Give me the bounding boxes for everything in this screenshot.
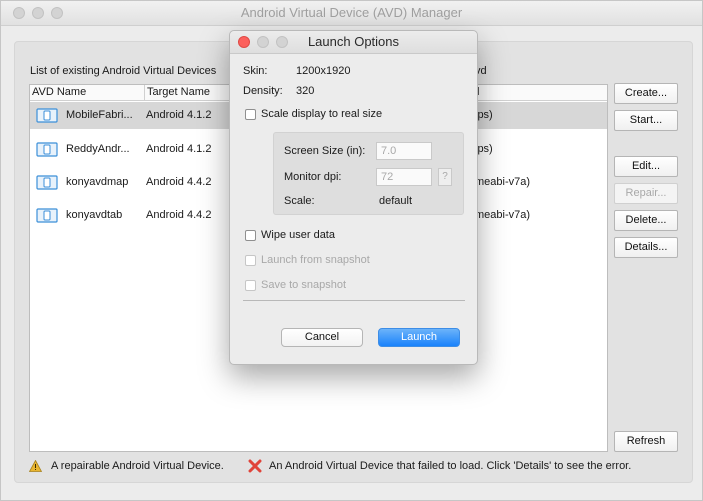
edit-button[interactable]: Edit... [614, 156, 678, 177]
launch-from-snapshot-label[interactable]: Launch from snapshot [261, 254, 370, 266]
scale-display-label[interactable]: Scale display to real size [261, 108, 382, 120]
skin-value: 1200x1920 [296, 65, 351, 77]
dpi-help-button[interactable]: ? [438, 168, 452, 186]
target-name-cell: Android 4.1.2 [146, 143, 212, 155]
launch-button[interactable]: Launch [378, 328, 460, 347]
save-to-snapshot-checkbox[interactable] [245, 280, 256, 291]
create-button[interactable]: Create... [614, 83, 678, 104]
scale-options-panel: Screen Size (in): 7.0 Monitor dpi: 72 ? … [273, 132, 464, 215]
error-icon [248, 459, 262, 473]
abi-cell: meabi-v7a) [475, 209, 531, 221]
details-button[interactable]: Details... [614, 237, 678, 258]
zoom-dialog-icon [276, 36, 288, 48]
window-title: Android Virtual Device (AVD) Manager [240, 5, 463, 20]
column-header-abi[interactable]: l [475, 85, 607, 100]
legend-failed: An Android Virtual Device that failed to… [269, 460, 632, 472]
launch-from-snapshot-checkbox[interactable] [245, 255, 256, 266]
monitor-dpi-input[interactable]: 72 [376, 168, 432, 186]
skin-label: Skin: [243, 65, 268, 77]
density-value: 320 [296, 85, 315, 97]
target-name-cell: Android 4.1.2 [146, 109, 212, 121]
wipe-user-data-label[interactable]: Wipe user data [261, 229, 335, 241]
avd-name-cell: MobileFabri... [66, 109, 133, 121]
avd-name-cell: ReddyAndr... [66, 143, 130, 155]
cancel-button[interactable]: Cancel [281, 328, 363, 347]
wipe-user-data-checkbox[interactable] [245, 230, 256, 241]
minimize-dialog-icon [257, 36, 269, 48]
repair-button[interactable]: Repair... [614, 183, 678, 204]
save-to-snapshot-label[interactable]: Save to snapshot [261, 279, 346, 291]
refresh-button[interactable]: Refresh [614, 431, 678, 452]
window-titlebar: Android Virtual Device (AVD) Manager [1, 1, 702, 26]
dialog-title: Launch Options [307, 34, 400, 49]
device-icon [36, 142, 58, 157]
screen-size-label: Screen Size (in): [284, 145, 366, 157]
minimize-window-icon[interactable] [32, 7, 44, 19]
column-header-avd-name[interactable]: AVD Name [30, 85, 145, 100]
scale-value: default [379, 195, 413, 207]
warning-icon [29, 460, 42, 472]
scale-label: Scale: [284, 195, 315, 207]
screen-size-input[interactable]: 7.0 [376, 142, 432, 160]
monitor-dpi-label: Monitor dpi: [284, 171, 342, 183]
list-title: List of existing Android Virtual Devices [30, 65, 217, 77]
device-icon [36, 175, 58, 190]
start-button[interactable]: Start... [614, 110, 678, 131]
device-icon [36, 108, 58, 123]
target-name-cell: Android 4.4.2 [146, 209, 212, 221]
device-icon [36, 208, 58, 223]
avd-name-cell: konyavdmap [66, 176, 129, 188]
dialog-titlebar: Launch Options [230, 31, 477, 54]
scale-display-checkbox[interactable] [245, 109, 256, 120]
target-name-cell: Android 4.4.2 [146, 176, 212, 188]
legend-repairable: A repairable Android Virtual Device. [51, 460, 224, 472]
dialog-divider [243, 300, 465, 301]
density-label: Density: [243, 85, 283, 97]
avd-name-cell: konyavdtab [66, 209, 123, 221]
delete-button[interactable]: Delete... [614, 210, 678, 231]
close-window-icon[interactable] [13, 7, 25, 19]
zoom-window-icon[interactable] [51, 7, 63, 19]
close-dialog-icon[interactable] [238, 36, 250, 48]
abi-cell: meabi-v7a) [475, 176, 531, 188]
launch-options-dialog: Launch Options Skin: 1200x1920 Density: … [229, 30, 478, 365]
